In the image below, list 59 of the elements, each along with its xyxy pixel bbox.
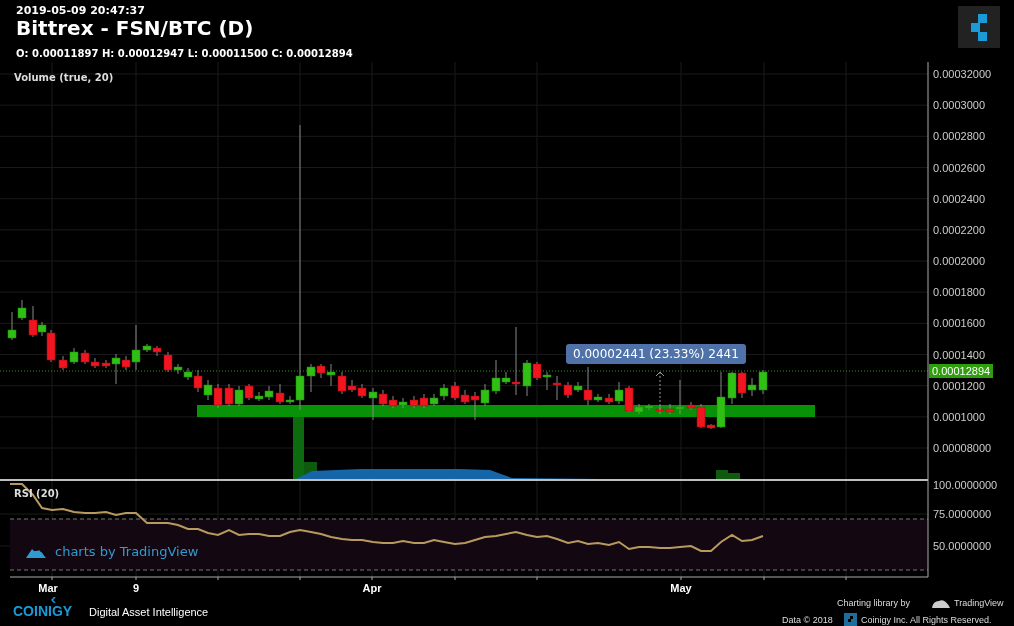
- candle: [58, 355, 68, 371]
- candle: [747, 377, 757, 397]
- candle: [737, 371, 747, 399]
- chevron-icon: [51, 597, 56, 603]
- time-axis-label: May: [670, 582, 692, 594]
- rsi-indicator-label: RSI (20): [14, 488, 60, 499]
- price-axis-label: 0.00032000: [933, 68, 992, 80]
- candle: [224, 383, 234, 407]
- price-tooltip: 0.00002441 (23.33%) 2441: [566, 344, 746, 364]
- price-axis-label: 0.0001800: [933, 286, 985, 299]
- candle: [409, 395, 419, 409]
- price-axis-label: 0.0001400: [933, 348, 985, 361]
- candle: [7, 311, 17, 341]
- rights-text: Coinigy Inc. All Rights Reserved.: [861, 615, 992, 625]
- candle: [655, 405, 665, 415]
- volume-indicator-label: Volume (true, 20): [14, 72, 114, 83]
- price-axis-label: 0.00008000: [933, 442, 992, 455]
- candle: [80, 349, 90, 365]
- price-axis-label: 0.0002000: [933, 255, 985, 267]
- current-price-label: 0.00012894: [929, 364, 994, 378]
- price-axis-label: 0.0001600: [933, 317, 985, 330]
- candle: [388, 395, 398, 409]
- logo-icon: [958, 6, 1000, 48]
- candle: [429, 393, 439, 407]
- time-axis-label: Apr: [362, 582, 382, 594]
- candle: [234, 385, 244, 407]
- measure-arrow: [655, 371, 665, 411]
- candle: [758, 369, 768, 395]
- time-axis-label: Mar: [38, 582, 58, 594]
- candle: [398, 397, 408, 409]
- price-axis-label: 0.0003000: [933, 99, 985, 112]
- price-axis-label: 0.0002800: [933, 130, 985, 143]
- rsi-axis-label: 75.0000000: [933, 508, 992, 520]
- candle: [450, 381, 460, 401]
- tagline: Digital Asset Intelligence: [89, 606, 209, 618]
- chart-title: Bittrex - FSN/BTC (D): [16, 16, 254, 40]
- candle: [439, 383, 449, 401]
- time-axis-label: 9: [132, 582, 140, 594]
- candle: [69, 347, 79, 365]
- candle: [419, 393, 429, 409]
- price-axis-label: 0.0001200: [933, 379, 985, 392]
- price-axis-label: 0.0001000: [933, 410, 985, 423]
- rsi-axis-label: 50.0000000: [933, 540, 992, 552]
- credit-text: Charting library by: [837, 598, 911, 608]
- candle: [542, 371, 552, 391]
- candle: [213, 383, 223, 409]
- price-axis-label: 0.0002600: [933, 161, 985, 174]
- cloud-icon: [931, 597, 951, 609]
- watermark-text: charts by TradingView: [55, 544, 199, 559]
- candle: [90, 357, 100, 369]
- rsi-axis-label: 100.0000000: [933, 479, 998, 491]
- brand-logo: COINIGY: [13, 603, 73, 619]
- credit-brand: TradingView: [954, 598, 1004, 608]
- price-axis-label: 0.0002200: [933, 223, 985, 236]
- price-axis-label: 0.0002400: [933, 192, 985, 205]
- timestamp: 2019-05-09 20:47:37: [16, 4, 145, 17]
- ohlc-values: O: 0.00011897 H: 0.00012947 L: 0.00011500 C: 0.00012894: [16, 48, 353, 59]
- data-note: Data © 2018: [782, 615, 833, 625]
- candle: [203, 379, 213, 401]
